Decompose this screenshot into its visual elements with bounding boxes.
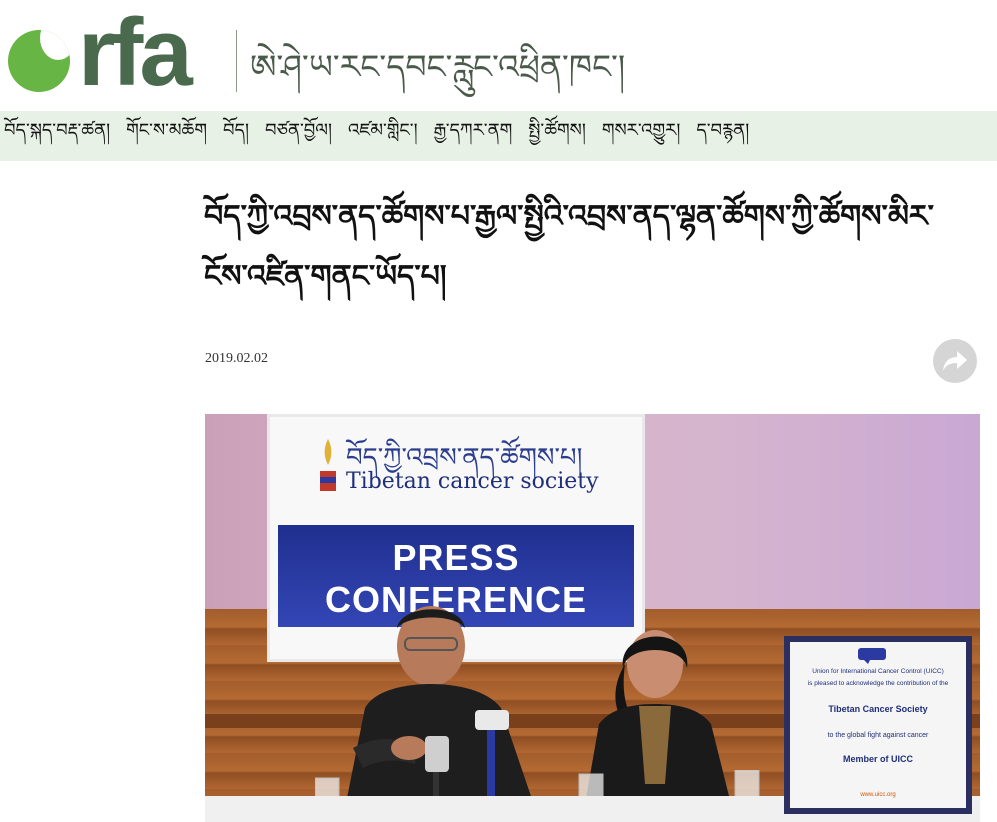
rfa-logo[interactable]: rfa [8, 0, 228, 106]
nav-item-world[interactable]: འཛམ་གླིང་། [340, 111, 426, 161]
service-name: ཨེ་ཤེ་ཡ་རང་དབང་རླུང་འཕྲིན་ཁང་། [250, 47, 626, 86]
certificate-panel: Union for International Cancer Control (… [790, 642, 966, 808]
cert-line-4: to the global fight against cancer [827, 732, 929, 739]
nav-item-tibet[interactable]: བོད། [215, 111, 257, 161]
uicc-logo-icon [858, 648, 886, 664]
cert-line-3: Tibetan Cancer Society [828, 704, 928, 714]
cert-line-6: www.uicc.org [860, 792, 896, 798]
article-headline: བོད་ཀྱི་འབྲས་ནད་ཚོགས་པ་རྒྱལ་སྤྱིའི་འབྲས་… [204, 199, 934, 294]
article-date: 2019.02.02 [205, 351, 268, 366]
uicc-certificate: Union for International Cancer Control (… [784, 636, 972, 814]
nav-item-dalai-lama[interactable]: གོང་ས་མཆོག [118, 111, 215, 161]
nav-item-china[interactable]: རྒྱ་དཀར་ནག [426, 111, 521, 161]
article-photo[interactable]: བོད་ཀྱི་འབྲས་ནད་ཚོགས་པ། Tibetan cancer s… [205, 414, 980, 822]
nav-item-home[interactable]: བོད་སྐད་བརྡ་ཚན། [0, 111, 118, 161]
nav-item-news[interactable]: གསར་འགྱུར། [594, 111, 689, 161]
logo-dot-icon [8, 30, 70, 92]
nav-item-society[interactable]: སྤྱི་ཚོགས། [520, 111, 594, 161]
site-header: rfa ཨེ་ཤེ་ཡ་རང་དབང་རླུང་འཕྲིན་ཁང་། [0, 0, 997, 110]
banner-org-name: Tibetan cancer society [346, 469, 599, 494]
share-button[interactable] [933, 339, 977, 383]
header-divider [236, 30, 237, 92]
main-nav: བོད་སྐད་བརྡ་ཚན། གོང་ས་མཆོག བོད། བཙན་བྱོལ… [0, 111, 997, 161]
cert-line-1: Union for International Cancer Control (… [812, 668, 944, 675]
nav-item-video[interactable]: ད་བརྙན། [688, 111, 757, 161]
torch-emblem-icon [320, 439, 336, 491]
cert-line-2: is pleased to acknowledge the contributi… [807, 680, 949, 687]
share-arrow-icon [943, 351, 967, 371]
nav-item-exile[interactable]: བཙན་བྱོལ། [257, 111, 340, 161]
cert-line-5: Member of UICC [842, 754, 913, 764]
logo-text: rfa [78, 0, 193, 106]
